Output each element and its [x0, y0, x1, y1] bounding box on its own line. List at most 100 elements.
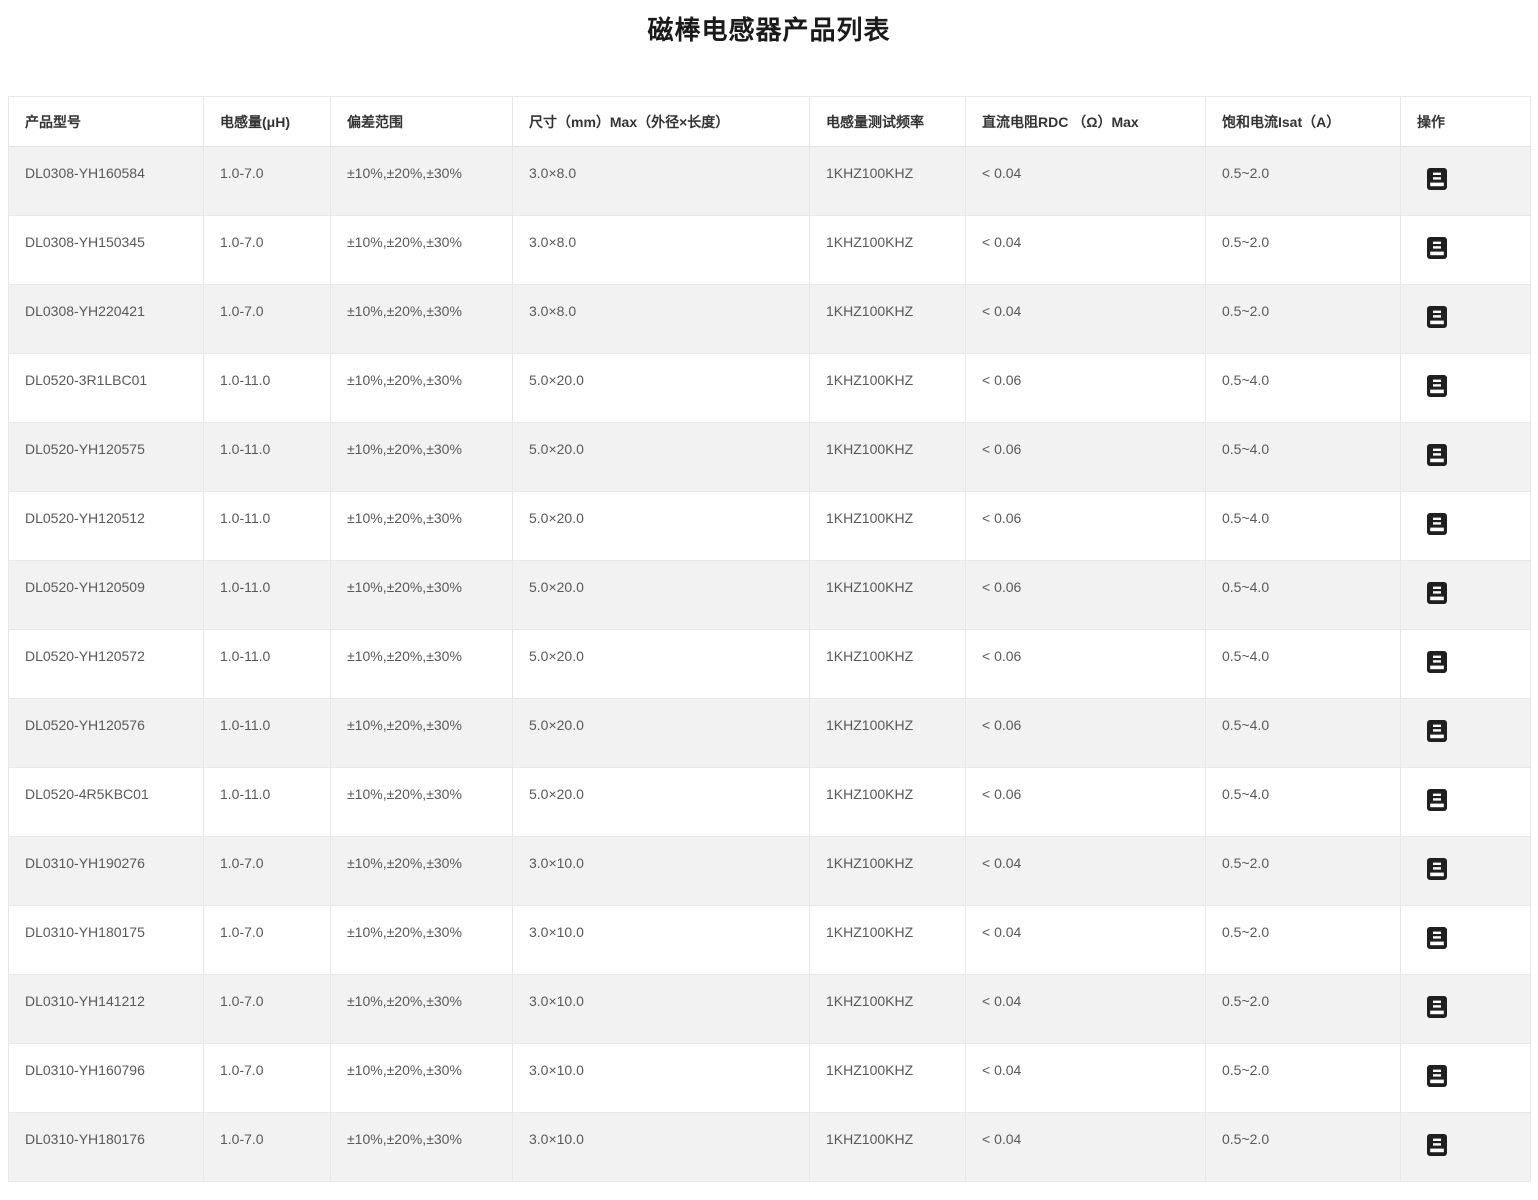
- column-header-size: 尺寸（mm）Max（外径×长度）: [513, 97, 810, 147]
- cell-tolerance: ±10%,±20%,±30%: [331, 147, 513, 216]
- cell-inductance: 1.0-7.0: [204, 147, 331, 216]
- view-detail-button[interactable]: [1427, 237, 1447, 259]
- cell-isat: 0.5~4.0: [1206, 492, 1401, 561]
- column-header-action: 操作: [1401, 97, 1531, 147]
- cell-inductance: 1.0-11.0: [204, 423, 331, 492]
- cell-tolerance: ±10%,±20%,±30%: [331, 768, 513, 837]
- cell-model: DL0310-YH180175: [9, 906, 204, 975]
- cell-inductance: 1.0-7.0: [204, 1113, 331, 1182]
- cell-rdc: < 0.04: [966, 906, 1206, 975]
- cell-model: DL0520-YH120572: [9, 630, 204, 699]
- cell-test-frequency: 1KHZ100KHZ: [810, 699, 966, 768]
- view-detail-button[interactable]: [1427, 858, 1447, 880]
- cell-inductance: 1.0-7.0: [204, 975, 331, 1044]
- view-detail-button[interactable]: [1427, 513, 1447, 535]
- view-detail-button[interactable]: [1427, 996, 1447, 1018]
- cell-isat: 0.5~2.0: [1206, 1044, 1401, 1113]
- view-detail-button[interactable]: [1427, 582, 1447, 604]
- view-detail-button[interactable]: [1427, 375, 1447, 397]
- cell-isat: 0.5~4.0: [1206, 561, 1401, 630]
- table-row: DL0520-4R5KBC011.0-11.0±10%,±20%,±30%5.0…: [9, 768, 1531, 837]
- column-header-test-frequency: 电感量测试频率: [810, 97, 966, 147]
- document-icon: [1427, 582, 1447, 604]
- cell-tolerance: ±10%,±20%,±30%: [331, 561, 513, 630]
- cell-rdc: < 0.04: [966, 1113, 1206, 1182]
- cell-tolerance: ±10%,±20%,±30%: [331, 1113, 513, 1182]
- cell-inductance: 1.0-11.0: [204, 630, 331, 699]
- page-title: 磁棒电感器产品列表: [0, 14, 1538, 46]
- view-detail-button[interactable]: [1427, 1134, 1447, 1156]
- view-detail-button[interactable]: [1427, 1065, 1447, 1087]
- cell-inductance: 1.0-7.0: [204, 216, 331, 285]
- table-row: DL0310-YH1801761.0-7.0±10%,±20%,±30%3.0×…: [9, 1113, 1531, 1182]
- cell-inductance: 1.0-7.0: [204, 1044, 331, 1113]
- cell-test-frequency: 1KHZ100KHZ: [810, 285, 966, 354]
- cell-model: DL0520-4R5KBC01: [9, 768, 204, 837]
- view-detail-button[interactable]: [1427, 306, 1447, 328]
- cell-tolerance: ±10%,±20%,±30%: [331, 492, 513, 561]
- cell-model: DL0520-YH120512: [9, 492, 204, 561]
- cell-action: [1401, 975, 1531, 1044]
- document-icon: [1427, 1065, 1447, 1087]
- view-detail-button[interactable]: [1427, 651, 1447, 673]
- cell-model: DL0520-3R1LBC01: [9, 354, 204, 423]
- document-icon: [1427, 858, 1447, 880]
- cell-action: [1401, 906, 1531, 975]
- cell-tolerance: ±10%,±20%,±30%: [331, 216, 513, 285]
- cell-rdc: < 0.06: [966, 354, 1206, 423]
- column-header-model: 产品型号: [9, 97, 204, 147]
- table-row: DL0308-YH1605841.0-7.0±10%,±20%,±30%3.0×…: [9, 147, 1531, 216]
- cell-isat: 0.5~2.0: [1206, 1113, 1401, 1182]
- cell-rdc: < 0.04: [966, 147, 1206, 216]
- cell-action: [1401, 699, 1531, 768]
- cell-size: 5.0×20.0: [513, 561, 810, 630]
- cell-size: 5.0×20.0: [513, 492, 810, 561]
- document-icon: [1427, 1134, 1447, 1156]
- cell-test-frequency: 1KHZ100KHZ: [810, 837, 966, 906]
- cell-test-frequency: 1KHZ100KHZ: [810, 216, 966, 285]
- column-header-tolerance: 偏差范围: [331, 97, 513, 147]
- table-row: DL0310-YH1412121.0-7.0±10%,±20%,±30%3.0×…: [9, 975, 1531, 1044]
- cell-inductance: 1.0-11.0: [204, 699, 331, 768]
- cell-rdc: < 0.06: [966, 423, 1206, 492]
- cell-isat: 0.5~2.0: [1206, 975, 1401, 1044]
- view-detail-button[interactable]: [1427, 168, 1447, 190]
- view-detail-button[interactable]: [1427, 720, 1447, 742]
- cell-action: [1401, 492, 1531, 561]
- cell-tolerance: ±10%,±20%,±30%: [331, 423, 513, 492]
- cell-test-frequency: 1KHZ100KHZ: [810, 561, 966, 630]
- cell-rdc: < 0.06: [966, 492, 1206, 561]
- cell-tolerance: ±10%,±20%,±30%: [331, 1044, 513, 1113]
- cell-rdc: < 0.06: [966, 630, 1206, 699]
- cell-model: DL0308-YH150345: [9, 216, 204, 285]
- cell-size: 5.0×20.0: [513, 630, 810, 699]
- cell-rdc: < 0.06: [966, 561, 1206, 630]
- cell-action: [1401, 1044, 1531, 1113]
- cell-tolerance: ±10%,±20%,±30%: [331, 837, 513, 906]
- document-icon: [1427, 789, 1447, 811]
- view-detail-button[interactable]: [1427, 927, 1447, 949]
- cell-test-frequency: 1KHZ100KHZ: [810, 423, 966, 492]
- cell-rdc: < 0.04: [966, 285, 1206, 354]
- document-icon: [1427, 306, 1447, 328]
- column-header-isat: 饱和电流Isat（A）: [1206, 97, 1401, 147]
- cell-tolerance: ±10%,±20%,±30%: [331, 630, 513, 699]
- cell-rdc: < 0.06: [966, 699, 1206, 768]
- cell-rdc: < 0.04: [966, 837, 1206, 906]
- cell-rdc: < 0.04: [966, 216, 1206, 285]
- cell-test-frequency: 1KHZ100KHZ: [810, 906, 966, 975]
- cell-tolerance: ±10%,±20%,±30%: [331, 975, 513, 1044]
- table-row: DL0520-YH1205751.0-11.0±10%,±20%,±30%5.0…: [9, 423, 1531, 492]
- cell-size: 3.0×10.0: [513, 975, 810, 1044]
- column-header-rdc: 直流电阻RDC （Ω）Max: [966, 97, 1206, 147]
- cell-size: 5.0×20.0: [513, 699, 810, 768]
- cell-action: [1401, 1113, 1531, 1182]
- view-detail-button[interactable]: [1427, 789, 1447, 811]
- cell-isat: 0.5~4.0: [1206, 699, 1401, 768]
- cell-inductance: 1.0-11.0: [204, 561, 331, 630]
- view-detail-button[interactable]: [1427, 444, 1447, 466]
- cell-model: DL0520-YH120576: [9, 699, 204, 768]
- cell-test-frequency: 1KHZ100KHZ: [810, 1113, 966, 1182]
- table-row: DL0308-YH2204211.0-7.0±10%,±20%,±30%3.0×…: [9, 285, 1531, 354]
- cell-size: 3.0×10.0: [513, 906, 810, 975]
